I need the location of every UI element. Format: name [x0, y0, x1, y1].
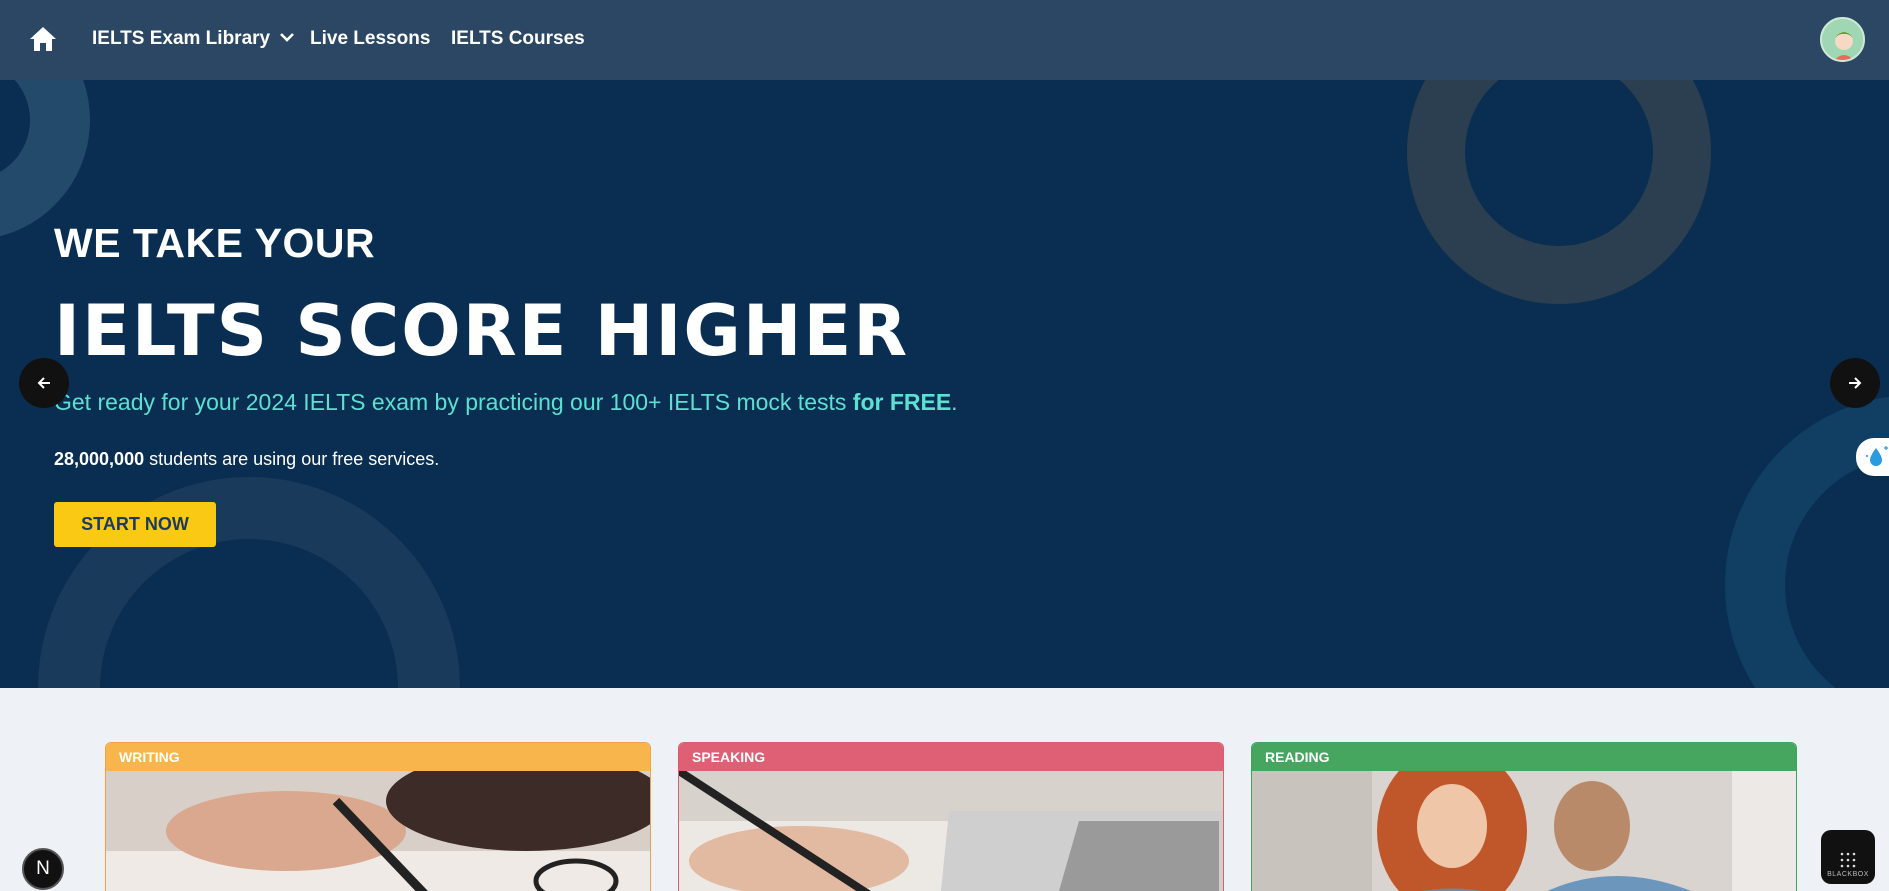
nav-ielts-exam-library-label: IELTS Exam Library [92, 28, 271, 49]
blackbox-label: BLACKBOX [1827, 871, 1869, 878]
reading-photo [1252, 771, 1796, 891]
stat-count: 28,000,000 [54, 449, 145, 469]
user-avatar[interactable] [1820, 17, 1865, 62]
speaking-photo [679, 771, 1223, 891]
arrow-left-icon [37, 377, 50, 389]
chevron-down-icon [280, 33, 295, 43]
hero-subtitle-end: . [951, 389, 958, 415]
decorative-ring [1407, 80, 1711, 304]
hero-title: IELTS SCORE HIGHER [54, 290, 910, 372]
side-widget-tab[interactable] [1856, 438, 1889, 476]
card-reading-label: READING [1252, 743, 1796, 771]
hero-kicker: WE TAKE YOUR [54, 220, 376, 266]
stat-text: students are using our free services. [144, 449, 440, 469]
hero-subtitle-bold: for FREE [852, 389, 952, 415]
home-icon[interactable] [28, 24, 58, 54]
card-reading[interactable]: READING [1251, 742, 1797, 891]
hero-stat: 28,000,000 students are using our free s… [54, 449, 439, 470]
card-writing[interactable]: WRITING [105, 742, 651, 891]
writing-photo [106, 771, 650, 891]
nav-ielts-courses[interactable]: IELTS Courses [451, 28, 585, 50]
card-speaking[interactable]: SPEAKING [678, 742, 1224, 891]
nav-live-lessons[interactable]: Live Lessons [310, 28, 430, 50]
start-now-button[interactable]: START NOW [54, 502, 216, 547]
arrow-right-icon [1849, 377, 1862, 389]
hero-subtitle-text: Get ready for your 2024 IELTS exam by pr… [54, 389, 853, 415]
hero-banner: WE TAKE YOUR IELTS SCORE HIGHER Get read… [0, 80, 1889, 688]
decorative-ring [0, 80, 90, 240]
n-badge-button[interactable]: N [22, 848, 64, 890]
blackbox-logo-icon [1840, 852, 1856, 868]
nav-ielts-exam-library[interactable]: IELTS Exam Library [92, 28, 295, 50]
carousel-next-button[interactable] [1830, 358, 1880, 408]
blackbox-badge[interactable]: BLACKBOX [1821, 830, 1875, 884]
hero-subtitle: Get ready for your 2024 IELTS exam by pr… [54, 389, 958, 416]
card-speaking-label: SPEAKING [679, 743, 1223, 771]
water-drop-icon [1866, 446, 1888, 466]
top-nav: IELTS Exam Library Live Lessons IELTS Co… [0, 0, 1889, 80]
decorative-ring [1725, 395, 1889, 688]
card-writing-label: WRITING [106, 743, 650, 771]
carousel-prev-button[interactable] [19, 358, 69, 408]
